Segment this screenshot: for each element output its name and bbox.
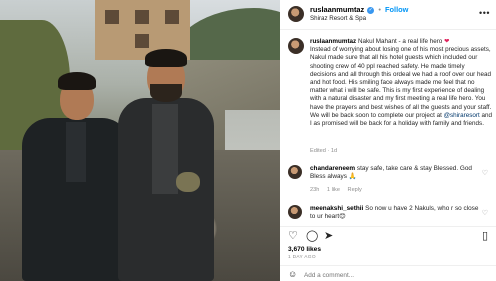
author-username[interactable]: ruslaanmumtaz (310, 5, 364, 14)
held-stone (176, 172, 200, 192)
person-hair (58, 72, 96, 90)
building-window (135, 34, 149, 48)
comment-likes[interactable]: 1 like (327, 187, 340, 193)
post-side-panel: ruslaanmumtaz ✓ • Follow Shiraz Resort &… (280, 0, 496, 281)
save-bookmark-icon[interactable]: ▯ (482, 231, 488, 242)
building-window (165, 10, 179, 24)
person-beard (150, 84, 182, 102)
comment-like-heart-icon[interactable]: ♡ (482, 209, 488, 217)
share-send-icon[interactable]: ➤ (324, 231, 333, 242)
building-window (135, 10, 149, 24)
caption-edited: Edited (310, 148, 326, 154)
person-shirt (66, 122, 86, 182)
caption-body: Instead of worrying about losing one of … (310, 46, 492, 119)
add-comment-input[interactable] (304, 270, 454, 280)
comment-meta: 23h 1 like Reply (310, 187, 368, 193)
post-caption: ruslaanmumtaz Nakul Mahant - a real life… (280, 30, 496, 158)
comment-text: chandareneem stay safe, take care & stay… (310, 165, 480, 181)
caption-text: ruslaanmumtaz Nakul Mahant - a real life… (310, 38, 492, 128)
comment-username[interactable]: meenakshi_sethii (310, 205, 363, 212)
verified-badge-icon: ✓ (367, 6, 375, 14)
post-date: 1 DAY AGO (288, 255, 316, 260)
caption-age: 1d (330, 148, 338, 154)
caption-mention-link[interactable]: @shiraresort (444, 112, 480, 119)
comment-avatar[interactable] (288, 205, 302, 219)
more-horizontal-icon[interactable]: ••• (479, 8, 490, 18)
comment-item: meenakshi_sethii So now u have 2 Nakuls,… (280, 203, 496, 225)
author-line: ruslaanmumtaz ✓ • Follow (310, 5, 408, 14)
follow-button[interactable]: Follow (385, 5, 408, 14)
reply-button[interactable]: Reply (348, 187, 362, 193)
add-comment-bar: ☺ (280, 265, 496, 281)
comment-bubble-icon[interactable]: ◯ (306, 231, 318, 242)
post-photo[interactable] (0, 0, 280, 281)
building-window (105, 10, 119, 24)
emoji-icon[interactable]: ☺ (288, 269, 297, 279)
caption-headline: Nakul Mahant - a real life hero (357, 38, 443, 45)
person-shirt (152, 104, 178, 194)
post-actions-bar: ♡ ◯ ➤ ▯ (280, 226, 496, 244)
caption-username[interactable]: ruslaanmumtaz (310, 38, 356, 45)
comment-item: chandareneem stay safe, take care & stay… (280, 163, 496, 201)
likes-count[interactable]: 3,670 likes (288, 246, 321, 253)
comment-avatar[interactable] (288, 165, 302, 179)
author-avatar[interactable] (288, 6, 304, 22)
post-header: ruslaanmumtaz ✓ • Follow Shiraz Resort &… (280, 0, 496, 30)
post-location[interactable]: Shiraz Resort & Spa (310, 15, 366, 22)
like-heart-icon[interactable]: ♡ (288, 231, 298, 242)
comment-username[interactable]: chandareneem (310, 165, 355, 172)
person-hair (145, 49, 187, 67)
caption-author-avatar[interactable] (288, 38, 304, 54)
comment-like-heart-icon[interactable]: ♡ (482, 169, 488, 177)
caption-meta: Edited · 1d (310, 148, 337, 154)
separator-dot: • (378, 5, 381, 14)
heart-emoji: ❤ (444, 38, 450, 45)
comment-age: 23h (310, 187, 320, 193)
separator-dot: · (327, 148, 330, 154)
comment-text: meenakshi_sethii So now u have 2 Nakuls,… (310, 205, 480, 221)
